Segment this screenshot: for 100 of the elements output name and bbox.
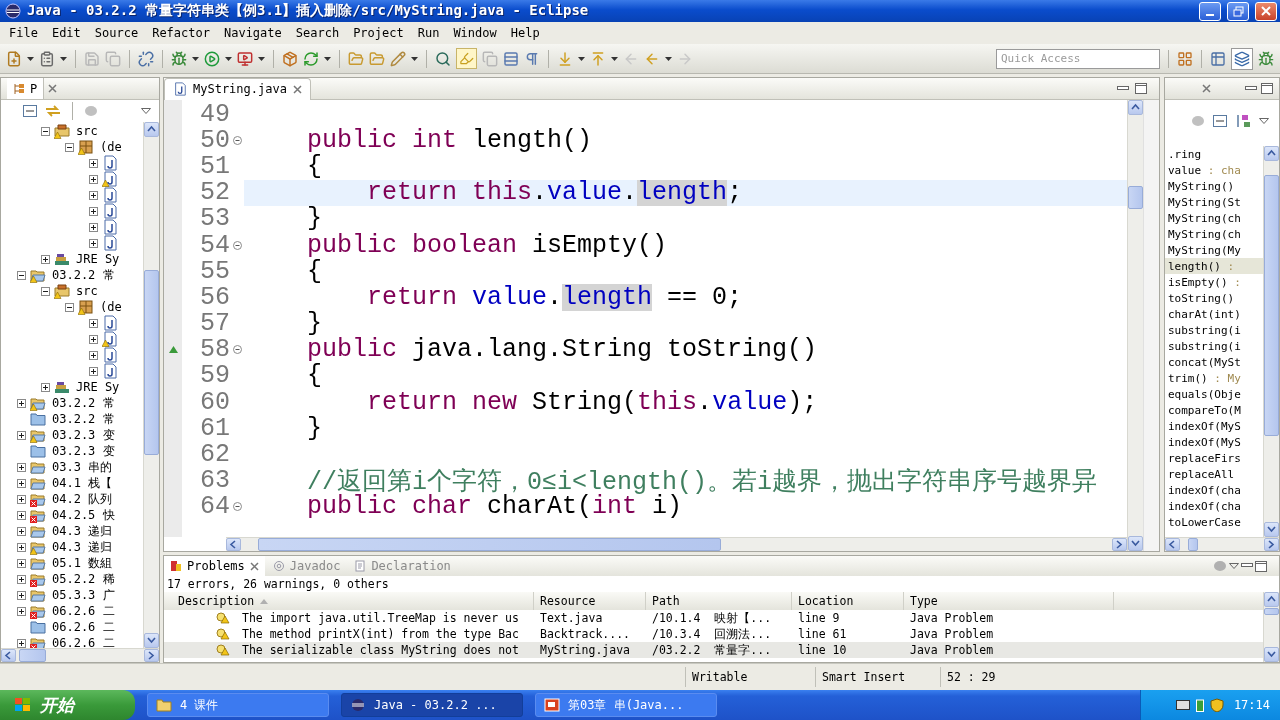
scroll-thumb[interactable] xyxy=(18,649,46,662)
outline-item[interactable]: length() : xyxy=(1165,258,1263,274)
outline-item[interactable]: compareTo(M xyxy=(1165,402,1263,418)
close-icon[interactable] xyxy=(1201,84,1211,93)
view-menu-icon[interactable] xyxy=(1229,563,1239,569)
outline-item[interactable]: replaceAll xyxy=(1165,466,1263,482)
outline-item[interactable]: substring(i xyxy=(1165,322,1263,338)
tree-item[interactable]: (de xyxy=(100,140,122,154)
sort-icon[interactable] xyxy=(1235,114,1251,128)
grid-icon[interactable] xyxy=(1177,50,1193,67)
close-button[interactable] xyxy=(1255,1,1277,21)
expand-toggle[interactable] xyxy=(17,398,26,408)
scroll-button[interactable] xyxy=(1165,538,1180,551)
expand-toggle[interactable] xyxy=(17,638,26,648)
tree-item[interactable]: 03.2.2 常 xyxy=(52,266,115,284)
expand-toggle[interactable] xyxy=(17,510,26,520)
scroll-button[interactable] xyxy=(1128,536,1143,551)
pencil-icon[interactable] xyxy=(390,50,406,67)
tree-item[interactable]: 03.2.2 常 xyxy=(52,410,115,428)
horizontal-scrollbar[interactable] xyxy=(1165,537,1279,551)
menu-item[interactable]: Refactor xyxy=(145,26,217,40)
expand-toggle[interactable] xyxy=(17,430,26,440)
caret-icon[interactable] xyxy=(578,56,585,61)
tree-item[interactable]: 04.2 队列 xyxy=(52,490,113,508)
expand-toggle[interactable] xyxy=(17,574,26,584)
close-icon[interactable] xyxy=(48,84,58,93)
restore-button[interactable] xyxy=(1227,1,1249,21)
layers-button[interactable] xyxy=(1231,47,1253,70)
tree-item[interactable]: (de xyxy=(100,300,122,314)
expand-toggle[interactable] xyxy=(89,318,98,328)
expand-toggle[interactable] xyxy=(17,494,26,504)
expand-toggle[interactable] xyxy=(17,462,26,472)
refresh-icon[interactable] xyxy=(303,50,319,67)
outline-item[interactable]: concat(MySt xyxy=(1165,354,1263,370)
expand-toggle[interactable] xyxy=(89,206,98,216)
tree-item[interactable]: 06.2.6 二 xyxy=(52,602,115,620)
vertical-scrollbar[interactable] xyxy=(1263,592,1279,662)
scroll-button[interactable] xyxy=(144,122,159,137)
scroll-thumb[interactable] xyxy=(144,270,159,456)
close-icon[interactable] xyxy=(249,561,259,571)
scroll-button[interactable] xyxy=(1128,100,1143,115)
tree-item[interactable]: 04.3 递归 xyxy=(52,522,113,540)
expand-toggle[interactable] xyxy=(89,366,98,376)
play-icon[interactable] xyxy=(204,50,220,67)
scroll-button[interactable] xyxy=(1264,647,1279,662)
maximize-icon[interactable] xyxy=(1261,83,1273,94)
outline-item[interactable]: MyString(ch xyxy=(1165,210,1263,226)
outline-item[interactable]: toLowerCase xyxy=(1165,514,1263,530)
column-header[interactable]: Type xyxy=(904,592,1114,610)
outline-item[interactable]: indexOf(cha xyxy=(1165,482,1263,498)
expand-toggle[interactable] xyxy=(41,126,50,136)
taskbar-button[interactable]: 第03章 串(Java... xyxy=(535,693,717,717)
menu-item[interactable]: File xyxy=(2,26,45,40)
expand-toggle[interactable] xyxy=(17,590,26,600)
horizontal-scrollbar[interactable] xyxy=(1,648,159,662)
expand-toggle[interactable] xyxy=(41,254,50,264)
menu-item[interactable]: Edit xyxy=(44,26,88,40)
caret-icon[interactable] xyxy=(27,56,34,61)
caret-icon[interactable] xyxy=(258,56,265,61)
caret-icon[interactable] xyxy=(611,56,618,61)
tree-item[interactable]: src xyxy=(76,284,98,298)
outline-item[interactable]: MyString(ch xyxy=(1165,226,1263,242)
menu-item[interactable]: Navigate xyxy=(216,26,289,40)
tree-item[interactable]: 05.3.3 广 xyxy=(52,586,115,604)
minimize-icon[interactable] xyxy=(1241,563,1253,569)
caret-icon[interactable] xyxy=(665,56,672,61)
pilcrow-icon[interactable] xyxy=(524,50,540,67)
caret-icon[interactable] xyxy=(192,56,199,61)
expand-toggle[interactable] xyxy=(89,174,98,184)
expand-toggle[interactable] xyxy=(89,158,98,168)
tree-item[interactable]: src xyxy=(76,124,98,138)
tree-item[interactable]: 04.2.5 快 xyxy=(52,506,115,524)
expand-toggle[interactable] xyxy=(17,526,26,536)
outline-item[interactable]: MyString(My xyxy=(1165,242,1263,258)
tree-item[interactable]: 03.3 串的 xyxy=(52,458,113,476)
fold-toggle[interactable] xyxy=(232,240,242,250)
taskbar-button[interactable]: Java - 03.2.2 ... xyxy=(341,693,523,717)
outline-item[interactable]: indexOf(MyS xyxy=(1165,434,1263,450)
outline-item[interactable]: charAt(int) xyxy=(1165,306,1263,322)
fold-toggle[interactable] xyxy=(232,135,242,145)
expand-toggle[interactable] xyxy=(17,606,26,616)
horizontal-scrollbar[interactable] xyxy=(226,537,1127,551)
expand-toggle[interactable] xyxy=(17,270,26,280)
keyboard-icon[interactable] xyxy=(1175,700,1190,710)
vertical-scrollbar[interactable] xyxy=(1263,146,1279,537)
scroll-button[interactable] xyxy=(1264,522,1279,537)
minimize-icon[interactable] xyxy=(1245,85,1257,92)
outline-item[interactable]: .ring xyxy=(1165,146,1263,162)
tree-item[interactable]: JRE Sy xyxy=(76,380,120,394)
vertical-scrollbar[interactable] xyxy=(143,122,159,648)
column-header[interactable]: Description xyxy=(164,592,534,610)
collapse-all-icon[interactable] xyxy=(23,105,37,117)
outline-item[interactable]: toString() xyxy=(1165,290,1263,306)
expand-toggle[interactable] xyxy=(89,222,98,232)
expand-toggle[interactable] xyxy=(89,238,98,248)
column-header[interactable]: Path xyxy=(646,592,792,610)
view-tab[interactable]: P xyxy=(7,78,45,99)
outline-item[interactable]: MyString() xyxy=(1165,178,1263,194)
tree-item[interactable]: 03.2.3 变 xyxy=(52,426,115,444)
scroll-button[interactable] xyxy=(144,649,159,662)
